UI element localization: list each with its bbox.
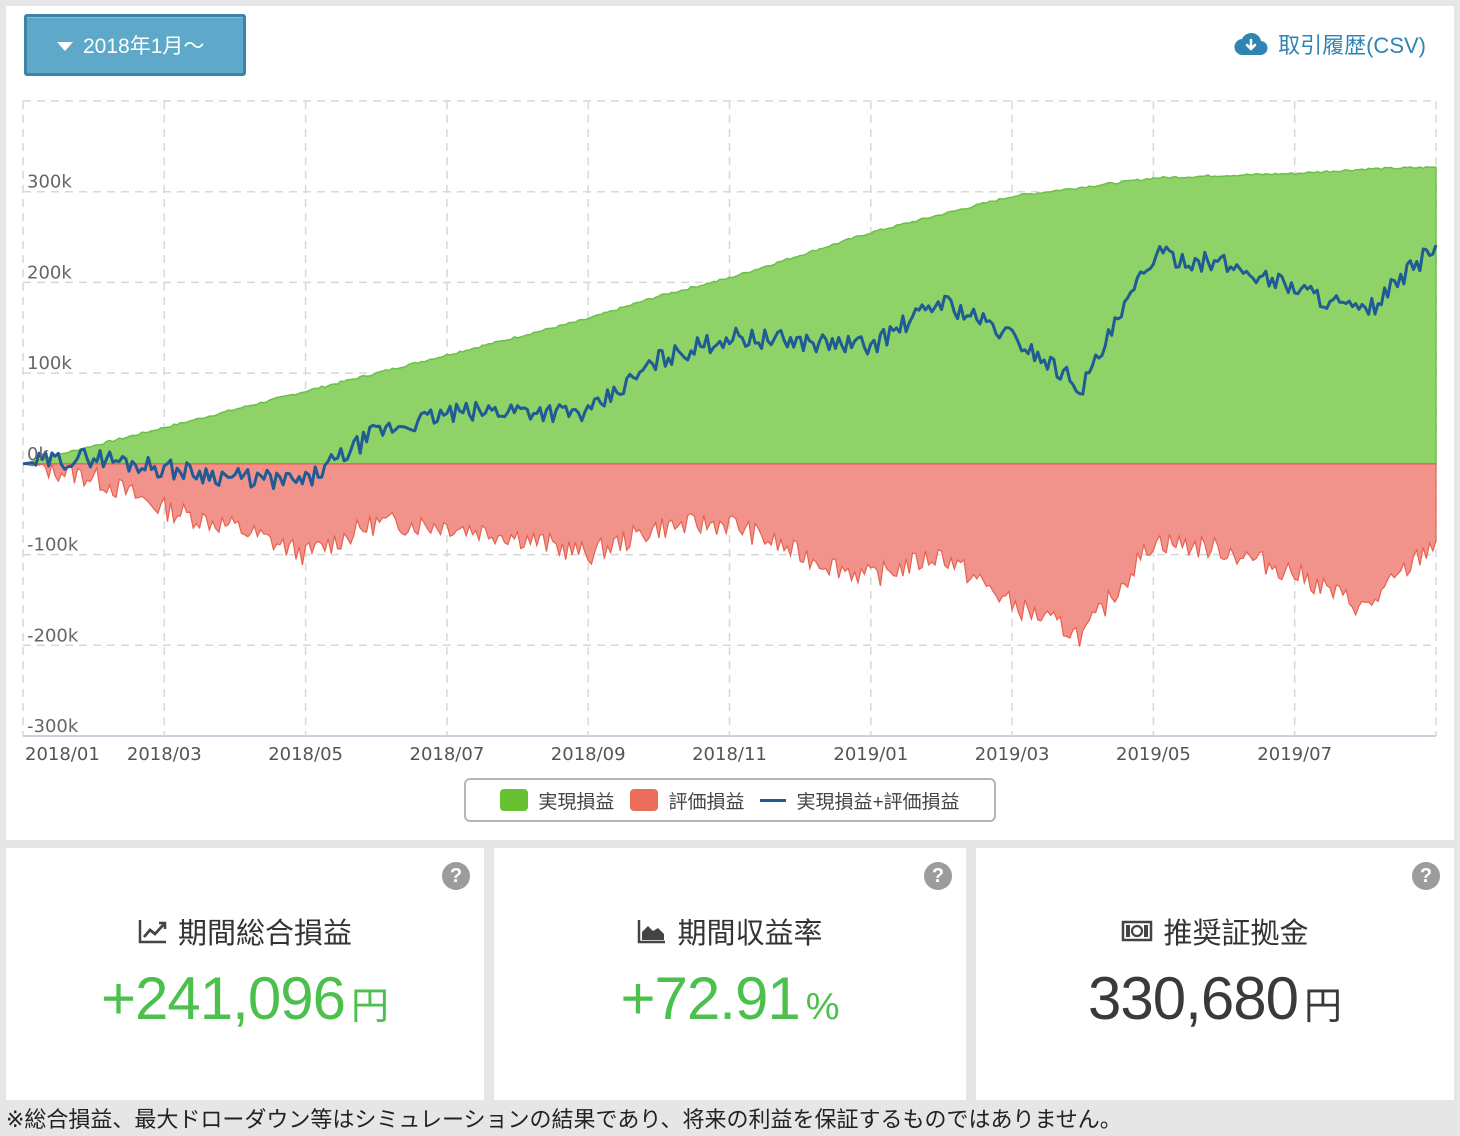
help-icon[interactable]: ? bbox=[1412, 862, 1440, 890]
x-tick-label: 2019/03 bbox=[975, 744, 1050, 765]
series-area-realized bbox=[22, 166, 1437, 465]
legend-line-total bbox=[760, 798, 787, 802]
line-chart-icon bbox=[138, 920, 167, 944]
stat-unit: 円 bbox=[1303, 986, 1342, 1028]
x-tick-label: 2018/07 bbox=[410, 744, 485, 765]
y-tick-label: -100k bbox=[27, 535, 79, 556]
legend-label-realized: 実現損益 bbox=[538, 791, 615, 813]
stat-title: 推奨証拠金 bbox=[1163, 918, 1309, 950]
legend-item-realized[interactable]: 実現損益 bbox=[500, 787, 614, 814]
stat-card-total-pnl: ? 期間総合損益 +241,096 円 bbox=[6, 848, 484, 1100]
chart-panel: 2018年1月〜 取引履歴(CSV) 300k 200k 100k 0k -100k -2… bbox=[6, 6, 1454, 840]
stat-title: 期間総合損益 bbox=[177, 918, 352, 950]
chart-legend: 実現損益 評価損益 実現損益+評価損益 bbox=[464, 778, 996, 822]
x-tick-label: 2019/01 bbox=[833, 744, 908, 765]
legend-swatch-realized bbox=[500, 789, 529, 811]
y-tick-label: 300k bbox=[27, 172, 72, 193]
x-tick-label: 2018/11 bbox=[692, 744, 767, 765]
y-tick-label: 200k bbox=[27, 262, 72, 283]
legend-swatch-unrealized bbox=[630, 789, 659, 811]
money-icon bbox=[1122, 920, 1153, 942]
legend-item-total[interactable]: 実現損益+評価損益 bbox=[760, 787, 960, 814]
pnl-chart: 300k 200k 100k 0k -100k -200k -300k 2018/01 2018… bbox=[22, 100, 1438, 765]
legend-label-total: 実現損益+評価損益 bbox=[796, 791, 960, 813]
x-tick-label: 2019/07 bbox=[1257, 744, 1332, 765]
disclaimer-footnote: ※総合損益、最大ドローダウン等はシミュレーションの結果であり、将来の利益を保証す… bbox=[6, 1107, 1122, 1132]
y-tick-label: -300k bbox=[27, 716, 79, 737]
stat-title: 期間収益率 bbox=[677, 918, 823, 950]
y-tick-label: -200k bbox=[27, 625, 79, 646]
legend-label-unrealized: 評価損益 bbox=[668, 791, 745, 813]
help-icon[interactable]: ? bbox=[924, 862, 952, 890]
y-tick-label: 100k bbox=[27, 353, 72, 374]
chart-areas bbox=[22, 166, 1437, 647]
stat-unit: % bbox=[805, 986, 840, 1028]
stat-value: +241,096 bbox=[101, 965, 346, 1032]
stat-value: 330,680 bbox=[1088, 965, 1299, 1032]
x-tick-label: 2018/03 bbox=[127, 744, 202, 765]
help-icon[interactable]: ? bbox=[442, 862, 470, 890]
x-tick-label: 2018/01 bbox=[25, 744, 100, 765]
stat-card-recommended-margin: ? 推奨証拠金 330,680 円 bbox=[976, 848, 1454, 1100]
area-chart-icon bbox=[638, 920, 666, 944]
stat-value: +72.91 bbox=[620, 965, 801, 1032]
stat-card-return-rate: ? 期間収益率 +72.91 % bbox=[494, 848, 966, 1100]
x-tick-label: 2019/05 bbox=[1116, 744, 1191, 765]
y-tick-label: 0k bbox=[27, 444, 49, 465]
legend-item-unrealized[interactable]: 評価損益 bbox=[630, 787, 744, 814]
x-tick-label: 2018/05 bbox=[268, 744, 343, 765]
x-tick-label: 2018/09 bbox=[551, 744, 626, 765]
stat-unit: 円 bbox=[350, 986, 389, 1028]
